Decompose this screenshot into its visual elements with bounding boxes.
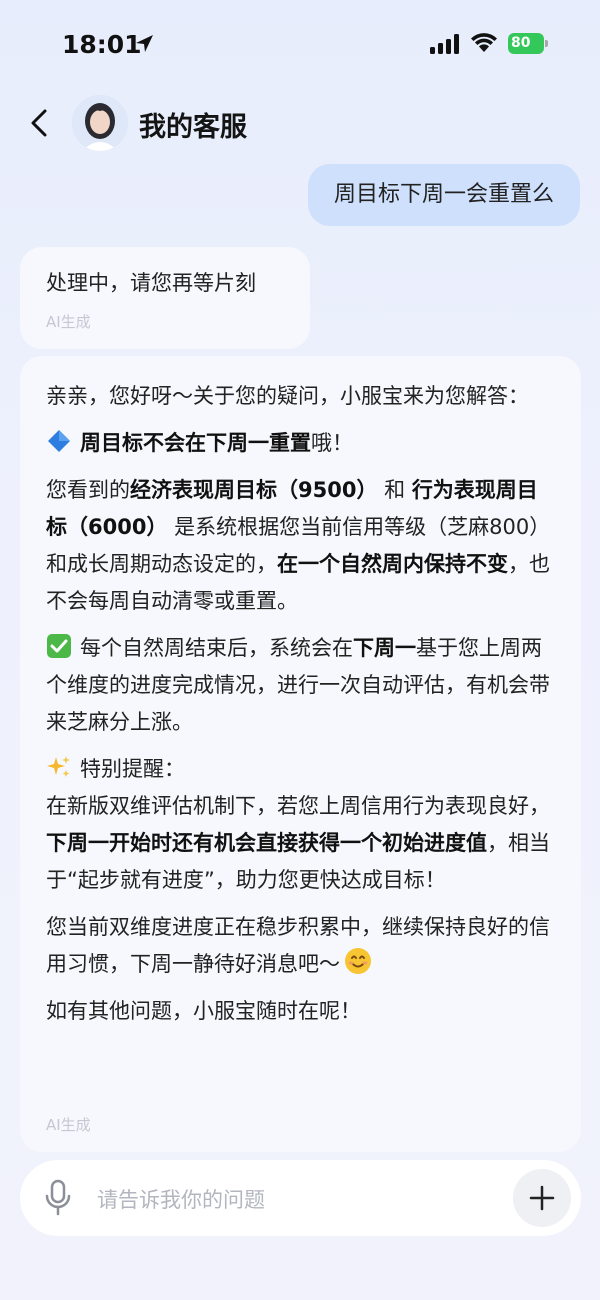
p2-economic-target: 经济表现周目标（9500） xyxy=(130,478,378,502)
p4-bold-text: 下周一开始时还有机会直接获得一个初始进度值 xyxy=(46,831,487,855)
blue-diamond-icon xyxy=(48,430,70,452)
microphone-icon[interactable] xyxy=(44,1179,72,1217)
sparkles-icon xyxy=(47,756,70,777)
ai-generated-tag: AI生成 xyxy=(46,1116,91,1134)
headline-bold: 周目标不会在下周一重置 xyxy=(80,431,311,455)
green-check-icon xyxy=(47,634,71,658)
status-time: 18:01 xyxy=(62,30,142,59)
status-bar: 18:01 80 xyxy=(0,0,600,90)
answer-closing: 如有其他问题，小服宝随时在呢！ xyxy=(46,999,361,1023)
answer-paragraph-evaluation: 每个自然周结束后，系统会在下周一基于您上周两个维度的进度完成情况，进行一次自动评… xyxy=(46,630,555,741)
wifi-icon xyxy=(471,33,497,52)
message-input-bar[interactable]: 请告诉我你的问题 xyxy=(20,1160,581,1236)
answer-paragraph-reminder: 在新版双维评估机制下，若您上周信用行为表现良好， 下周一开始时还有机会直接获得一个… xyxy=(46,788,555,899)
chat-header: 我的客服 xyxy=(0,90,600,160)
user-message-bubble: 周目标下周一会重置么 xyxy=(307,164,580,226)
reminder-title: 特别提醒： xyxy=(80,757,185,781)
answer-headline: 周目标不会在下周一重置哦！ xyxy=(46,425,555,462)
avatar[interactable] xyxy=(72,95,128,151)
location-arrow-icon xyxy=(136,35,153,52)
answer-intro: 亲亲，您好呀～关于您的疑问，小服宝来为您解答： xyxy=(46,384,529,408)
battery-icon: 80 xyxy=(508,33,548,54)
answer-paragraph-targets: 您看到的经济表现周目标（9500） 和 行为表现周目标（6000） 是系统根据您… xyxy=(46,472,555,620)
p5-text: 您当前双维度进度正在稳步积累中，继续保持良好的信用习惯，下周一静待好消息吧～ xyxy=(46,915,550,976)
p3-text: 每个自然周结束后，系统会在 xyxy=(80,636,353,660)
p2-bold-text: 在一个自然周内保持不变 xyxy=(277,552,508,576)
customer-service-avatar-icon xyxy=(72,95,128,151)
battery-tip xyxy=(545,40,548,47)
p4-text: 在新版双维评估机制下，若您上周信用行为表现良好， xyxy=(46,794,550,818)
p3-bold-text: 下周一 xyxy=(353,636,416,660)
p2-text: 和 xyxy=(377,478,412,502)
page-title: 我的客服 xyxy=(139,112,247,143)
smiling-face-icon xyxy=(345,948,371,974)
message-input-placeholder[interactable]: 请告诉我你的问题 xyxy=(97,1184,265,1214)
p2-text: 您看到的 xyxy=(46,478,130,502)
ai-answer-bubble: 亲亲，您好呀～关于您的疑问，小服宝来为您解答： 周目标不会在下周一重置哦！ 您看… xyxy=(20,356,581,1152)
answer-reminder-title: 特别提醒： xyxy=(46,751,555,788)
ai-message-bubble: 处理中，请您再等片刻 AI生成 xyxy=(20,247,310,349)
battery-level: 80 xyxy=(508,33,544,54)
add-button[interactable] xyxy=(513,1169,571,1227)
ai-generated-tag: AI生成 xyxy=(46,313,91,331)
answer-paragraph-progress: 您当前双维度进度正在稳步积累中，继续保持良好的信用习惯，下周一静待好消息吧～ xyxy=(46,909,555,983)
back-arrow-icon[interactable] xyxy=(28,108,50,138)
plus-icon xyxy=(529,1185,555,1211)
ai-message-text: 处理中，请您再等片刻 xyxy=(46,271,256,295)
headline-suffix: 哦！ xyxy=(311,431,353,455)
cellular-signal-icon xyxy=(430,34,459,54)
